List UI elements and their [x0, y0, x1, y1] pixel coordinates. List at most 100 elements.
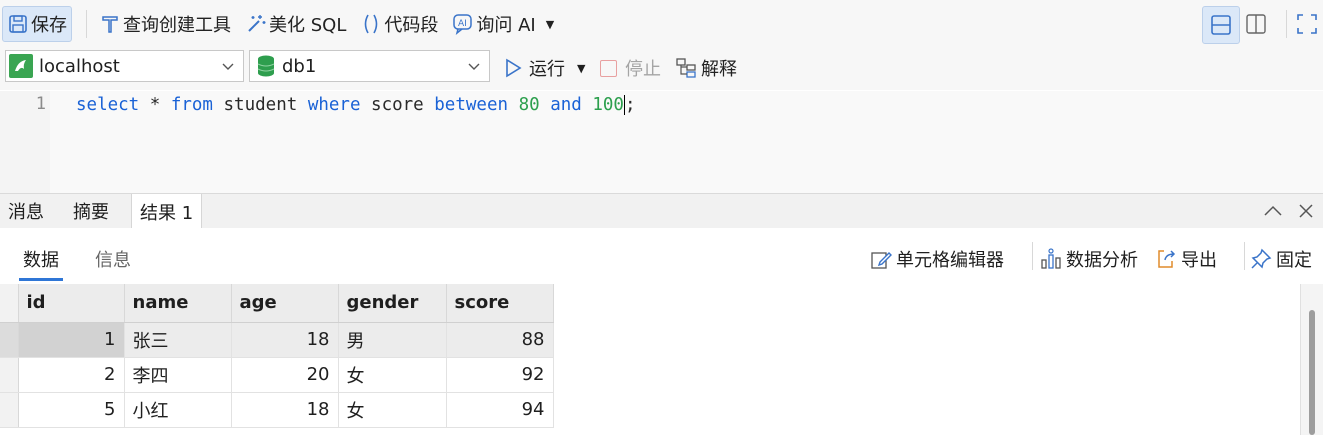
- save-icon: [7, 13, 29, 35]
- row-header[interactable]: [0, 392, 19, 428]
- sql-editor[interactable]: 1 select * from student where score betw…: [0, 91, 1323, 193]
- ask-ai-label: 询问 AI: [476, 15, 536, 36]
- ai-chat-icon: AI: [452, 13, 474, 35]
- result-sub-toolbar: 数据 信息 单元格编辑器 数据分析 导出 固定: [0, 228, 1323, 284]
- query-builder-icon: [99, 13, 121, 35]
- explain-button[interactable]: 解释: [675, 53, 737, 83]
- cell-age[interactable]: 18: [231, 322, 339, 358]
- column-header-gender[interactable]: gender: [338, 284, 447, 323]
- sql-identifier: score: [360, 95, 435, 115]
- sql-identifier: student: [212, 95, 308, 115]
- code-snippet-button[interactable]: 代码段: [356, 7, 442, 41]
- horizontal-split-icon: [1211, 15, 1231, 35]
- pin-button[interactable]: 固定: [1250, 246, 1312, 272]
- save-label: 保存: [31, 15, 67, 36]
- code-snippet-label: 代码段: [384, 15, 439, 36]
- maximize-icon: [1297, 14, 1317, 34]
- maximize-button[interactable]: [1289, 6, 1323, 42]
- tab-summary-label: 摘要: [73, 202, 109, 223]
- sql-keyword: and: [550, 95, 582, 115]
- database-icon: [256, 54, 276, 78]
- explain-tree-icon: [676, 58, 696, 78]
- chevron-down-icon: [468, 63, 480, 70]
- scrollbar-thumb[interactable]: [1309, 310, 1315, 435]
- column-header-name[interactable]: name: [124, 284, 232, 323]
- pin-icon: [1250, 248, 1272, 270]
- cell-age[interactable]: 20: [231, 357, 339, 393]
- column-header-age[interactable]: age: [231, 284, 339, 323]
- cell-name[interactable]: 小红: [124, 392, 232, 428]
- query-builder-button[interactable]: 查询创建工具: [95, 7, 235, 41]
- main-toolbar: 保存 查询创建工具 美化 SQL 代码段 AI 询问 AI ▼: [0, 0, 1323, 48]
- stop-icon: [600, 59, 617, 77]
- cell-id[interactable]: 5: [18, 392, 125, 428]
- edit-pencil-icon: [870, 248, 892, 270]
- column-header-score[interactable]: score: [446, 284, 554, 323]
- cell-age[interactable]: 18: [231, 392, 339, 428]
- sql-keyword: select: [76, 95, 140, 115]
- tab-messages[interactable]: 消息: [0, 194, 52, 228]
- sql-space: [540, 95, 551, 115]
- run-dropdown-icon[interactable]: ▼: [577, 62, 585, 75]
- tab-messages-label: 消息: [8, 202, 44, 223]
- tab-summary[interactable]: 摘要: [65, 194, 117, 228]
- save-button[interactable]: 保存: [2, 6, 72, 42]
- sql-number: 100: [592, 95, 624, 115]
- export-label: 导出: [1181, 250, 1217, 271]
- svg-text:AI: AI: [458, 19, 467, 29]
- cell-gender[interactable]: 男: [338, 322, 447, 358]
- vertical-split-icon: [1246, 14, 1266, 34]
- beautify-sql-label: 美化 SQL: [269, 15, 347, 36]
- table-row[interactable]: 5 小红 18 女 94: [0, 392, 554, 428]
- chevron-down-icon: [222, 63, 234, 70]
- dropdown-caret-icon[interactable]: ▼: [546, 18, 554, 31]
- export-button[interactable]: 导出: [1155, 246, 1217, 272]
- cell-gender[interactable]: 女: [338, 392, 447, 428]
- cell-editor-button[interactable]: 单元格编辑器: [870, 246, 1004, 272]
- parentheses-icon: [360, 13, 382, 35]
- beautify-sql-button[interactable]: 美化 SQL: [241, 7, 350, 41]
- connection-select[interactable]: localhost: [5, 50, 244, 82]
- table-row[interactable]: 1 张三 18 男 88: [0, 322, 554, 358]
- collapse-panel-icon[interactable]: [1263, 202, 1283, 224]
- cell-score[interactable]: 88: [446, 322, 554, 358]
- column-header-id[interactable]: id: [18, 284, 125, 323]
- layout-vertical-split-button[interactable]: [1238, 6, 1274, 42]
- cell-name[interactable]: 李四: [124, 357, 232, 393]
- subtab-data[interactable]: 数据: [19, 246, 63, 281]
- subtab-info[interactable]: 信息: [95, 246, 131, 272]
- tab-result-1-label: 结果 1: [140, 202, 194, 224]
- cell-score[interactable]: 94: [446, 392, 554, 428]
- pin-label: 固定: [1276, 250, 1312, 271]
- toolbar-divider: [86, 10, 87, 38]
- magic-wand-icon: [245, 13, 267, 35]
- tab-result-1[interactable]: 结果 1: [131, 194, 203, 229]
- data-analysis-button[interactable]: 数据分析: [1040, 246, 1138, 272]
- sql-semicolon: ;: [624, 95, 636, 115]
- table-row[interactable]: 2 李四 20 女 92: [0, 357, 554, 393]
- result-data-grid[interactable]: id name age gender score 1 张三 18 男 88 2 …: [0, 284, 554, 428]
- sql-code-line[interactable]: select * from student where score betwee…: [76, 93, 636, 117]
- line-number-gutter: 1: [0, 91, 50, 193]
- database-select[interactable]: db1: [249, 50, 490, 82]
- cell-id[interactable]: 1: [18, 322, 125, 358]
- close-panel-icon[interactable]: [1297, 202, 1315, 224]
- layout-horizontal-split-button[interactable]: [1202, 6, 1240, 44]
- run-button[interactable]: 运行 ▼: [503, 53, 585, 83]
- cell-gender[interactable]: 女: [338, 357, 447, 393]
- data-analysis-label: 数据分析: [1066, 250, 1138, 271]
- cell-id[interactable]: 2: [18, 357, 125, 393]
- play-icon: [506, 58, 522, 78]
- ask-ai-button[interactable]: AI 询问 AI ▼: [448, 7, 558, 41]
- cell-name[interactable]: 张三: [124, 322, 232, 358]
- sql-keyword: between: [434, 95, 509, 115]
- cell-score[interactable]: 92: [446, 357, 554, 393]
- row-header-corner[interactable]: [0, 284, 19, 323]
- sql-number: 80: [518, 95, 540, 115]
- stop-button[interactable]: 停止: [600, 53, 661, 83]
- vertical-scrollbar[interactable]: [1300, 284, 1323, 435]
- row-header[interactable]: [0, 322, 19, 358]
- toolbar-divider: [1032, 242, 1033, 270]
- query-builder-label: 查询创建工具: [123, 15, 231, 36]
- row-header[interactable]: [0, 357, 19, 393]
